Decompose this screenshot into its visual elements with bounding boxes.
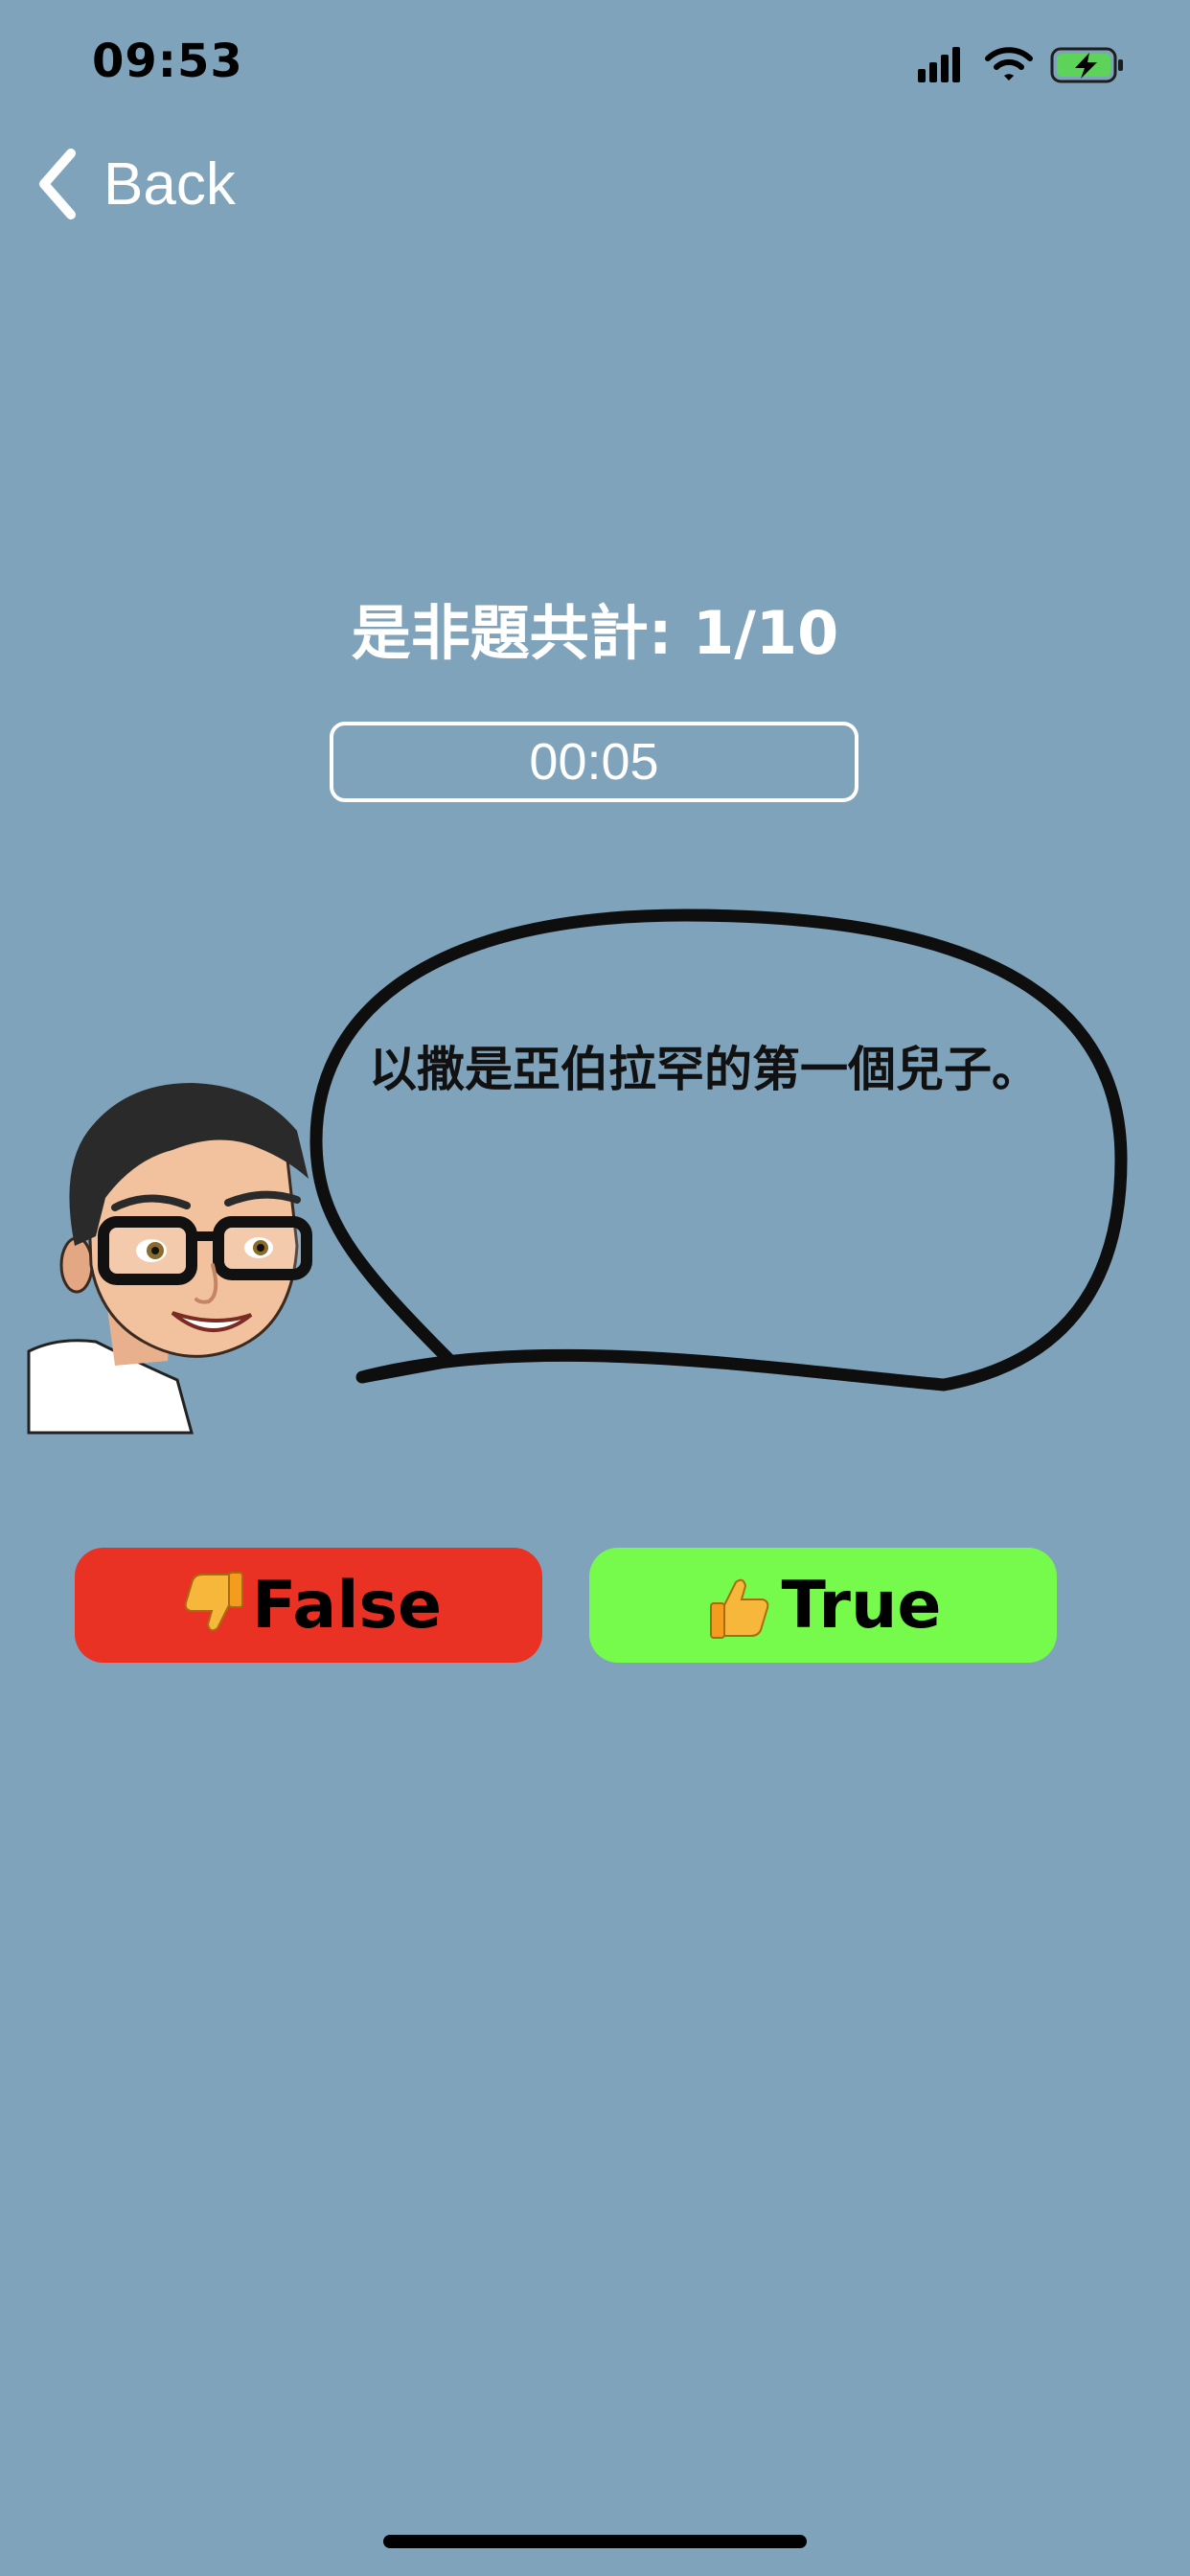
avatar [27,1083,312,1435]
status-bar: 09:53 [0,0,1190,125]
speech-bubble [309,908,1128,1392]
wifi-icon [985,47,1033,80]
battery-charging-icon [1050,47,1123,83]
question-scene: 以撒是亞伯拉罕的第一個兒子。 [0,843,1190,1438]
back-label: Back [103,150,236,218]
false-label: False [251,1567,443,1644]
status-time: 09:53 [92,34,243,88]
true-button[interactable]: True [589,1548,1057,1663]
chevron-left-icon [39,149,76,219]
thumbs-up-icon [709,1578,768,1639]
speech-scene-graphic [27,908,1128,1435]
false-button[interactable]: False [75,1548,542,1663]
question-text: 以撒是亞伯拉罕的第一個兒子。 [369,1042,1040,1097]
status-icons [918,47,1123,83]
quiz-progress-title: 是非題共計: 1/10 [351,598,839,668]
home-indicator[interactable] [383,2535,807,2548]
thumbs-down-icon [184,1572,243,1632]
back-button[interactable]: Back [34,146,236,222]
timer-display: 00:05 [330,722,858,802]
cellular-signal-icon [918,47,960,82]
true-label: True [781,1567,942,1644]
